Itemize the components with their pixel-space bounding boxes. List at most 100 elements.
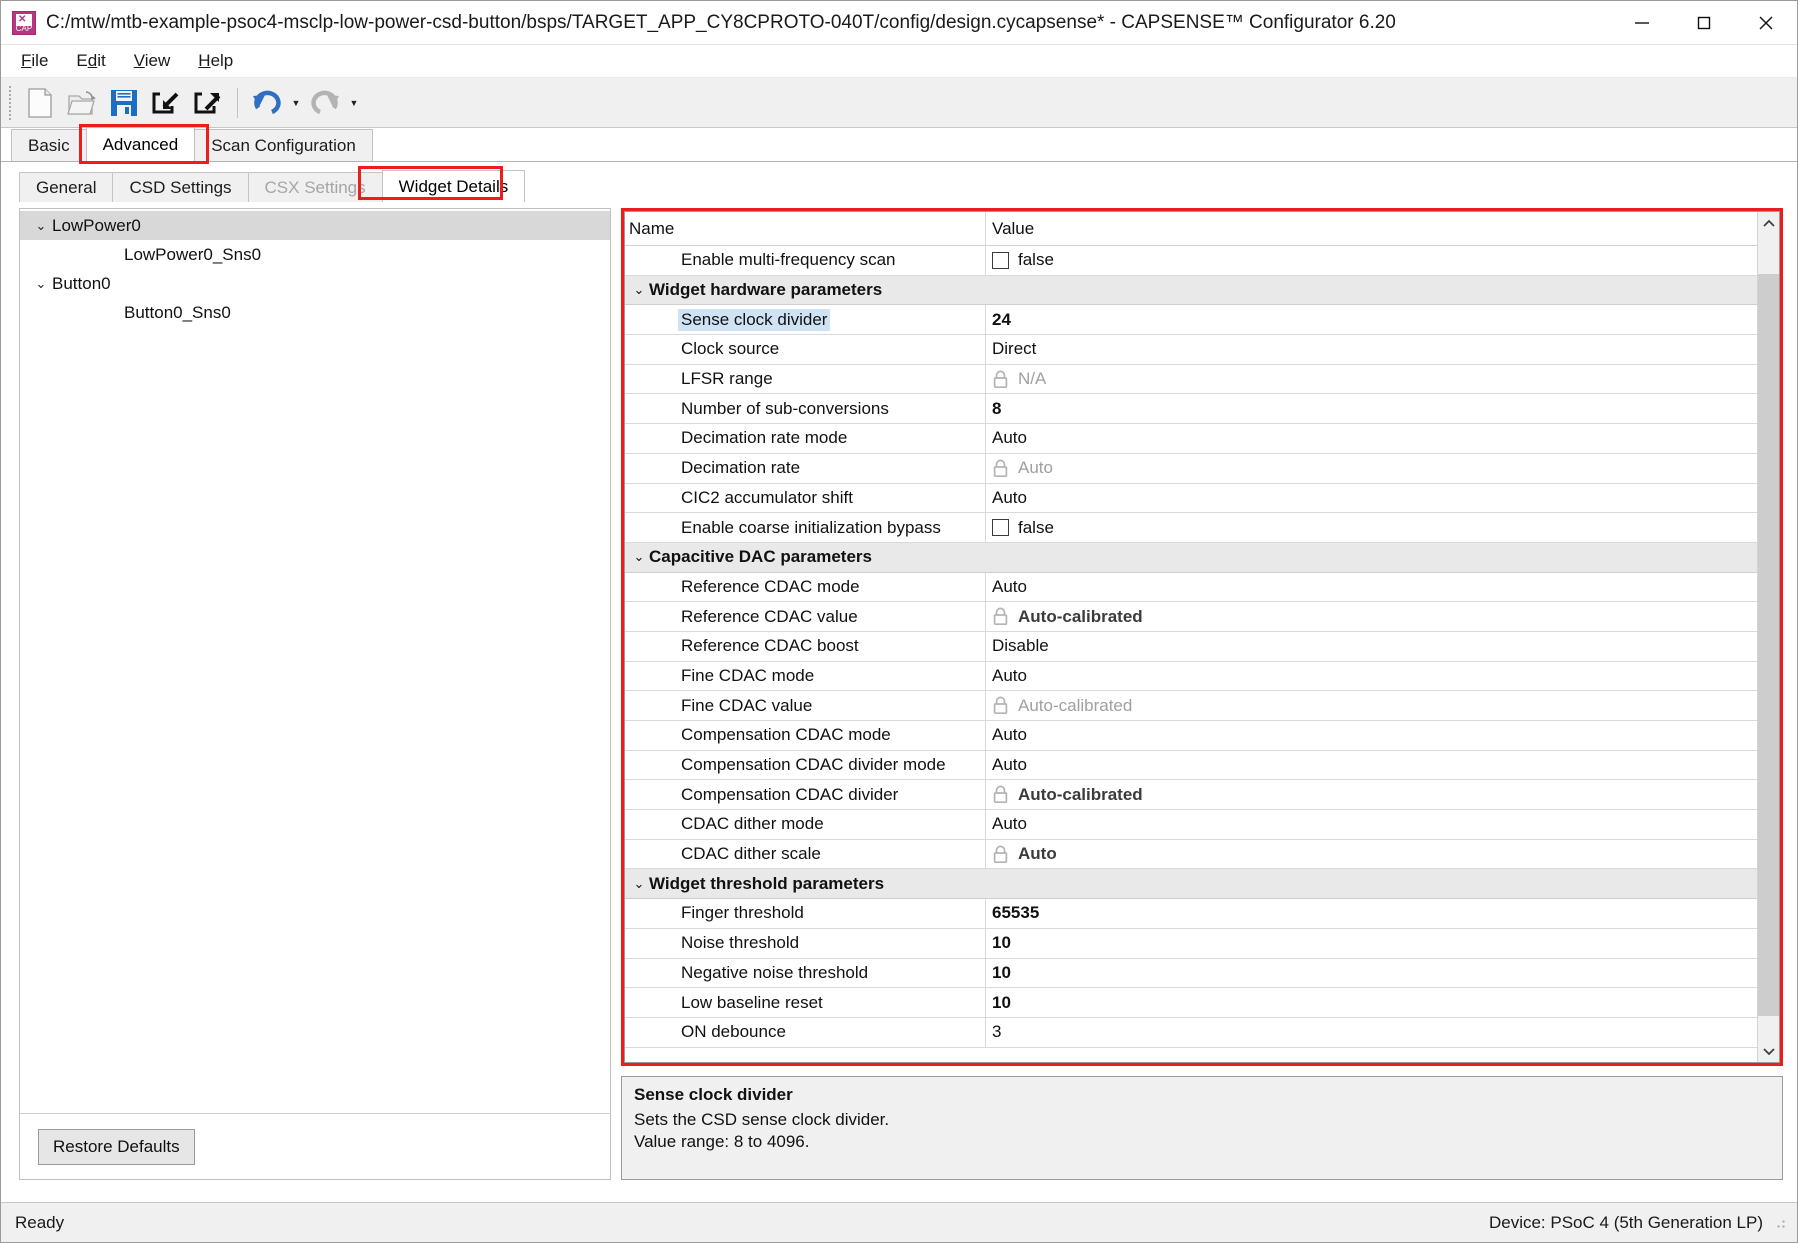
parameter-value-cell[interactable]: Auto <box>985 810 1757 839</box>
chevron-down-icon[interactable]: ⌄ <box>629 282 649 298</box>
parameter-row[interactable]: Noise threshold 10 <box>625 928 1757 959</box>
parameter-row[interactable]: Finger threshold 65535 <box>625 899 1757 929</box>
parameter-row[interactable]: CDAC dither scale Auto <box>625 839 1757 870</box>
parameter-row[interactable]: Reference CDAC mode Auto <box>625 572 1757 603</box>
save-icon[interactable] <box>103 82 145 124</box>
parameter-row[interactable]: Enable multi-frequency scan false <box>625 246 1757 276</box>
parameter-value-cell[interactable]: Auto <box>985 721 1757 750</box>
lock-icon <box>992 785 1010 804</box>
parameter-grid-scrollbar[interactable] <box>1757 212 1779 1062</box>
tree-item-lowpower0-sns0[interactable]: LowPower0_Sns0 <box>20 240 610 269</box>
parameter-row[interactable]: Fine CDAC mode Auto <box>625 661 1757 692</box>
parameter-value-cell[interactable]: N/A <box>985 364 1757 394</box>
parameter-group-row[interactable]: ⌄ Widget hardware parameters <box>625 275 1757 306</box>
parameter-name-label: Negative noise threshold <box>681 962 869 982</box>
parameter-row[interactable]: ON debounce 3 <box>625 1017 1757 1048</box>
parameter-value-cell[interactable]: Auto-calibrated <box>985 691 1757 720</box>
parameter-value-cell[interactable]: Auto <box>985 661 1757 691</box>
minimize-icon[interactable] <box>1611 1 1673 45</box>
parameter-value-cell[interactable]: Auto-calibrated <box>985 780 1757 810</box>
parameter-value-cell[interactable]: 3 <box>985 1017 1757 1047</box>
toolbar-grip[interactable] <box>9 85 13 120</box>
checkbox-icon[interactable] <box>992 519 1009 537</box>
chevron-down-icon[interactable]: ⌄ <box>629 549 649 565</box>
tab-csd-settings[interactable]: CSD Settings <box>112 172 249 202</box>
parameter-row[interactable]: Number of sub-conversions 8 <box>625 394 1757 425</box>
menu-help[interactable]: Help <box>184 48 247 74</box>
parameter-value-cell[interactable]: 65535 <box>985 899 1757 928</box>
chevron-down-icon[interactable]: ⌄ <box>30 218 52 234</box>
parameter-value-cell[interactable]: 8 <box>985 394 1757 424</box>
parameter-value-cell[interactable]: Auto <box>985 750 1757 780</box>
scrollbar-thumb[interactable] <box>1758 274 1779 1016</box>
tab-basic[interactable]: Basic <box>11 129 87 161</box>
parameter-row[interactable]: LFSR range N/A <box>625 364 1757 395</box>
parameter-group-row[interactable]: ⌄ Capacitive DAC parameters <box>625 542 1757 573</box>
parameter-value-cell[interactable]: false <box>985 246 1757 275</box>
close-icon[interactable] <box>1735 1 1797 45</box>
parameter-value-cell[interactable]: Auto-calibrated <box>985 602 1757 631</box>
tab-widget-details[interactable]: Widget Details <box>381 170 526 202</box>
parameter-row[interactable]: CDAC dither mode Auto <box>625 810 1757 840</box>
menu-view[interactable]: View <box>120 48 185 74</box>
parameter-value-cell[interactable]: Disable <box>985 631 1757 661</box>
scroll-up-arrow-icon[interactable] <box>1758 212 1779 234</box>
parameter-value-cell[interactable]: false <box>985 513 1757 542</box>
description-line-2: Value range: 8 to 4096. <box>634 1132 810 1152</box>
maximize-icon[interactable] <box>1673 1 1735 45</box>
parameter-row[interactable]: Fine CDAC value Auto-calibrated <box>625 691 1757 721</box>
parameter-row[interactable]: Reference CDAC value Auto-calibrated <box>625 602 1757 632</box>
chevron-down-icon[interactable]: ⌄ <box>629 876 649 892</box>
parameter-value-cell[interactable]: Auto <box>985 839 1757 869</box>
menu-file[interactable]: FFileile <box>7 48 62 74</box>
widget-tree[interactable]: ⌄ LowPower0 LowPower0_Sns0 ⌄ Button0 But… <box>20 209 610 1113</box>
parameter-row[interactable]: Clock source Direct <box>625 335 1757 365</box>
menu-edit[interactable]: Edit <box>62 48 119 74</box>
parameter-value-cell[interactable]: 10 <box>985 988 1757 1017</box>
new-file-icon[interactable] <box>19 82 61 124</box>
scrollbar-track[interactable] <box>1758 234 1779 1040</box>
parameter-value-cell[interactable]: Auto <box>985 572 1757 602</box>
parameter-name-cell: CDAC dither scale <box>625 840 985 869</box>
checkbox-icon[interactable] <box>992 251 1009 269</box>
parameter-value-cell[interactable]: Direct <box>985 335 1757 364</box>
tree-item-button0[interactable]: ⌄ Button0 <box>20 269 610 298</box>
import-icon[interactable] <box>145 82 187 124</box>
open-folder-icon[interactable] <box>61 82 103 124</box>
parameter-row[interactable]: Low baseline reset 10 <box>625 988 1757 1018</box>
parameter-row[interactable]: Compensation CDAC divider mode Auto <box>625 750 1757 781</box>
redo-icon[interactable] <box>304 82 346 124</box>
parameter-row[interactable]: Compensation CDAC mode Auto <box>625 721 1757 751</box>
resize-grip-icon[interactable] <box>1773 1215 1787 1230</box>
parameter-value-cell[interactable]: Auto <box>985 483 1757 513</box>
parameter-row[interactable]: Negative noise threshold 10 <box>625 958 1757 989</box>
parameter-value-cell[interactable]: 10 <box>985 958 1757 988</box>
parameter-row[interactable]: Enable coarse initialization bypass false <box>625 513 1757 543</box>
parameter-value-cell[interactable]: 24 <box>985 305 1757 335</box>
tab-scan-configuration[interactable]: Scan Configuration <box>194 129 373 161</box>
parameter-row[interactable]: Sense clock divider 24 <box>625 305 1757 336</box>
parameter-value-label: Auto <box>992 814 1027 834</box>
restore-defaults-button[interactable]: Restore Defaults <box>38 1128 195 1165</box>
parameter-row[interactable]: Reference CDAC boost Disable <box>625 631 1757 662</box>
tab-advanced[interactable]: Advanced <box>85 127 196 161</box>
parameter-row[interactable]: Compensation CDAC divider Auto-calibrated <box>625 780 1757 811</box>
parameter-row[interactable]: CIC2 accumulator shift Auto <box>625 483 1757 514</box>
parameter-value-cell[interactable]: Auto <box>985 424 1757 453</box>
scroll-down-arrow-icon[interactable] <box>1758 1040 1779 1062</box>
undo-dropdown-arrow-icon[interactable]: ▼ <box>288 82 304 124</box>
toolbar: ▼ ▼ <box>1 78 1797 128</box>
tree-item-button0-sns0[interactable]: Button0_Sns0 <box>20 298 610 327</box>
parameter-row[interactable]: Decimation rate mode Auto <box>625 424 1757 454</box>
export-icon[interactable] <box>187 82 229 124</box>
chevron-down-icon[interactable]: ⌄ <box>30 276 52 292</box>
redo-dropdown-arrow-icon[interactable]: ▼ <box>346 82 362 124</box>
undo-icon[interactable] <box>246 82 288 124</box>
parameter-value-cell[interactable]: Auto <box>985 453 1757 483</box>
parameter-row[interactable]: Decimation rate Auto <box>625 453 1757 484</box>
parameter-group-row[interactable]: ⌄ Widget threshold parameters <box>625 869 1757 900</box>
parameter-value-cell[interactable]: 10 <box>985 928 1757 958</box>
tab-general[interactable]: General <box>19 172 114 202</box>
parameter-value-label: 24 <box>992 309 1011 329</box>
tree-item-lowpower0[interactable]: ⌄ LowPower0 <box>20 211 610 240</box>
